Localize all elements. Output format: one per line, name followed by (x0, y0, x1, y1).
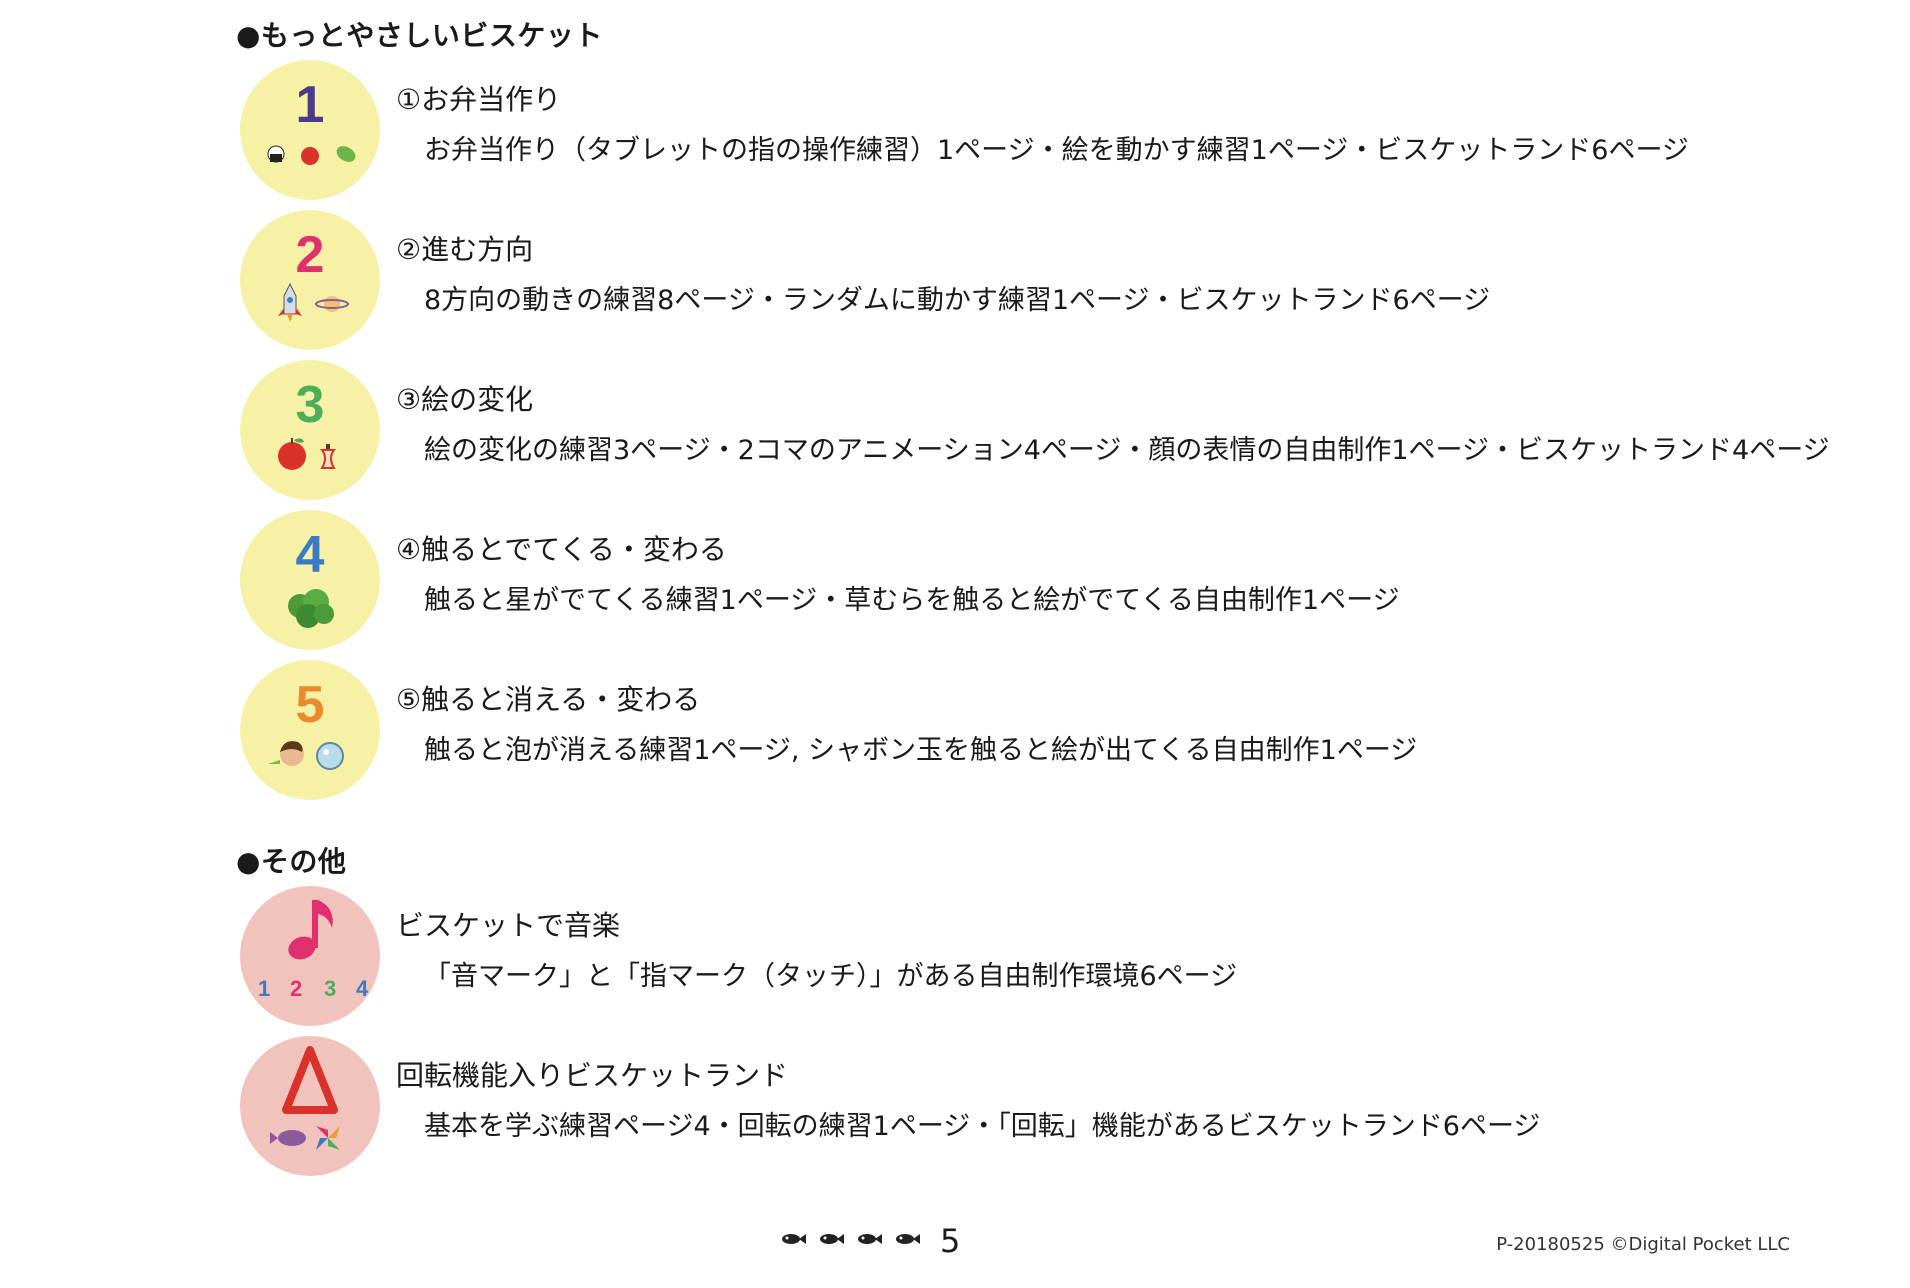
fish-icon (820, 1234, 844, 1244)
rotate-triangle-icon (282, 1046, 338, 1114)
lesson-entry-music: 1 2 3 4 ビスケットで音楽 「音マーク」と「指マーク（タッチ）」がある自由… (236, 886, 1876, 1032)
badge-number-2: 2 (296, 226, 325, 284)
lesson-detail: 基本を学ぶ練習ページ4・回転の練習1ページ・「回転」機能があるビスケットランド6… (424, 1111, 1541, 1142)
food-icons (267, 145, 356, 165)
rocket-planet-icons (278, 282, 349, 322)
lesson-entry-2: 2 ②進む方向 8方向の動きの練習8ページ・ランダムに動かす練習1ページ・ビスケ… (236, 210, 1876, 356)
lesson-title: ④触るとでてくる・変わる (396, 533, 727, 566)
lesson-title: ②進む方向 (396, 233, 534, 266)
badge-number-4: 4 (296, 526, 325, 584)
badge-number-3: 3 (296, 376, 325, 434)
apple-core-icons (278, 438, 336, 470)
lesson-detail: 触ると星がでてくる練習1ページ・草むらを触ると絵がでてくる自由制作1ページ (424, 585, 1400, 616)
lesson-title: 回転機能入りビスケットランド (396, 1059, 789, 1092)
copyright: P-20180525 ©Digital Pocket LLC (1496, 1234, 1790, 1255)
badge-digit-2: 2 (290, 976, 302, 1001)
lesson-entry-1: 1 ①お弁当作り お弁当作り（タブレットの指の操作練習）1ページ・絵を動かす練習… (236, 60, 1876, 206)
fish-icon (896, 1234, 920, 1244)
lesson-title: ⑤触ると消える・変わる (396, 683, 701, 716)
section-heading-others: ●その他 (236, 845, 347, 878)
lesson-badge-1: 1 (240, 60, 380, 200)
lesson-detail: お弁当作り（タブレットの指の操作練習）1ページ・絵を動かす練習1ページ・ビスケッ… (424, 135, 1689, 166)
badge-number-5: 5 (296, 676, 325, 734)
section-heading-easy-biscuit: ●もっとやさしいビスケット (236, 19, 603, 52)
page-number: 5 (940, 1222, 961, 1260)
lesson-detail: 「音マーク」と「指マーク（タッチ）」がある自由制作環境6ページ (424, 961, 1238, 992)
badge-digit-1: 1 (258, 976, 270, 1001)
bush-icon (288, 589, 334, 628)
badge-digit-4: 4 (356, 976, 369, 1001)
lesson-badge-music: 1 2 3 4 (240, 886, 380, 1026)
fish-pinwheel-icons (270, 1126, 340, 1150)
fish-icon (858, 1234, 882, 1244)
music-note-icon (288, 900, 333, 960)
lesson-badge-4: 4 (240, 510, 380, 650)
lesson-entry-5: 5 ⑤触ると消える・変わる 触ると泡が消える練習1ページ, シャボン玉を触ると絵… (236, 660, 1876, 806)
child-bubble-icons (268, 741, 344, 770)
badge-number-1: 1 (296, 76, 325, 134)
lesson-detail: 絵の変化の練習3ページ・2コマのアニメーション4ページ・顔の表情の自由制作1ペー… (424, 435, 1830, 466)
badge-digit-3: 3 (324, 976, 336, 1001)
lesson-entry-4: 4 ④触るとでてくる・変わる 触ると星がでてくる練習1ページ・草むらを触ると絵が… (236, 510, 1876, 656)
lesson-badge-3: 3 (240, 360, 380, 500)
lesson-title: ③絵の変化 (396, 383, 534, 416)
lesson-badge-2: 2 (240, 210, 380, 350)
lesson-entry-3: 3 ③絵の変化 絵の変化の練習3ページ・2コマのアニメーション4ページ・顔の表情… (236, 360, 1876, 506)
lesson-title: ビスケットで音楽 (396, 909, 621, 942)
lesson-detail: 触ると泡が消える練習1ページ, シャボン玉を触ると絵が出てくる自由制作1ページ (424, 735, 1418, 766)
lesson-entry-rotate: 回転機能入りビスケットランド 基本を学ぶ練習ページ4・回転の練習1ページ・「回転… (236, 1036, 1876, 1182)
footer-fish-decoration (780, 1232, 920, 1246)
lesson-title: ①お弁当作り (396, 83, 562, 116)
lesson-detail: 8方向の動きの練習8ページ・ランダムに動かす練習1ページ・ビスケットランド6ペー… (424, 285, 1491, 316)
lesson-badge-5: 5 (240, 660, 380, 800)
lesson-badge-rotate (240, 1036, 380, 1176)
fish-icon (782, 1234, 806, 1244)
